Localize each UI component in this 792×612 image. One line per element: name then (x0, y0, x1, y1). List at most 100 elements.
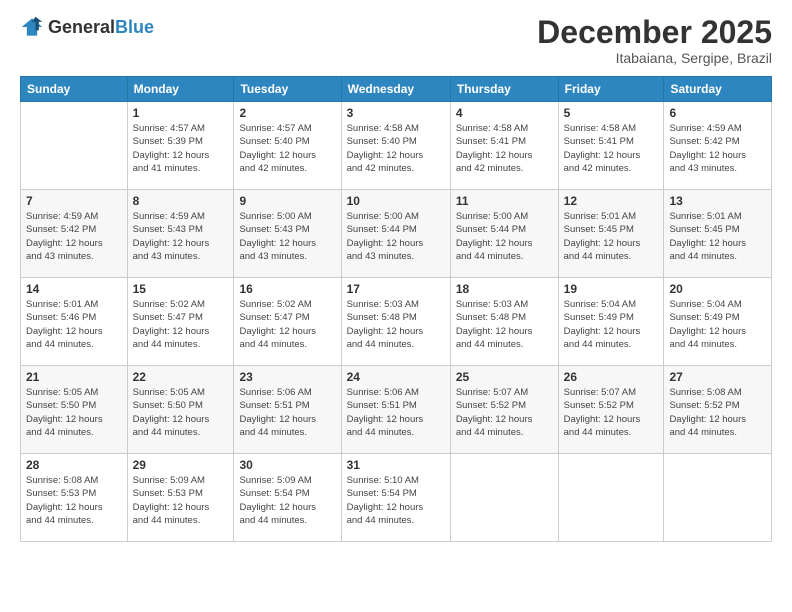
calendar-cell: 18 Sunrise: 5:03 AM Sunset: 5:48 PM Dayli… (450, 278, 558, 366)
day-number: 6 (669, 106, 766, 120)
calendar-cell: 28 Sunrise: 5:08 AM Sunset: 5:53 PM Dayli… (21, 454, 128, 542)
calendar-cell: 2 Sunrise: 4:57 AM Sunset: 5:40 PM Daylig… (234, 102, 341, 190)
day-info: Sunrise: 5:09 AM Sunset: 5:54 PM Dayligh… (239, 474, 335, 527)
day-info: Sunrise: 5:10 AM Sunset: 5:54 PM Dayligh… (347, 474, 445, 527)
calendar-cell: 4Sunrise: 4:58 AM Sunset: 5:41 PM Daylig… (450, 102, 558, 190)
col-saturday: Saturday (664, 77, 772, 102)
day-number: 19 (564, 282, 659, 296)
calendar-cell: 8Sunrise: 4:59 AM Sunset: 5:43 PM Daylig… (127, 190, 234, 278)
day-info: Sunrise: 5:00 AM Sunset: 5:43 PM Dayligh… (239, 210, 335, 263)
day-number: 23 (239, 370, 335, 384)
calendar-cell: 15 Sunrise: 5:02 AM Sunset: 5:47 PM Dayli… (127, 278, 234, 366)
calendar-week-1: 7 Sunrise: 4:59 AM Sunset: 5:42 PM Daylig… (21, 190, 772, 278)
calendar-cell: 3 Sunrise: 4:58 AM Sunset: 5:40 PM Daylig… (341, 102, 450, 190)
calendar-cell: 11Sunrise: 5:00 AM Sunset: 5:44 PM Dayli… (450, 190, 558, 278)
calendar-cell: 23 Sunrise: 5:06 AM Sunset: 5:51 PM Dayli… (234, 366, 341, 454)
calendar-week-3: 21 Sunrise: 5:05 AM Sunset: 5:50 PM Dayli… (21, 366, 772, 454)
day-number: 27 (669, 370, 766, 384)
day-number: 26 (564, 370, 659, 384)
day-number: 25 (456, 370, 553, 384)
day-info: Sunrise: 5:06 AM Sunset: 5:51 PM Dayligh… (347, 386, 445, 439)
day-info: Sunrise: 4:59 AM Sunset: 5:42 PM Dayligh… (26, 210, 122, 263)
day-number: 16 (239, 282, 335, 296)
day-number: 3 (347, 106, 445, 120)
day-info: Sunrise: 5:03 AM Sunset: 5:48 PM Dayligh… (456, 298, 553, 351)
calendar-cell (558, 454, 664, 542)
day-info: Sunrise: 5:03 AM Sunset: 5:48 PM Dayligh… (347, 298, 445, 351)
col-friday: Friday (558, 77, 664, 102)
day-number: 15 (133, 282, 229, 296)
month-title: December 2025 (537, 15, 772, 50)
logo-general: General (48, 17, 115, 37)
calendar-cell: 31Sunrise: 5:10 AM Sunset: 5:54 PM Dayli… (341, 454, 450, 542)
calendar-week-4: 28 Sunrise: 5:08 AM Sunset: 5:53 PM Dayli… (21, 454, 772, 542)
subtitle: Itabaiana, Sergipe, Brazil (537, 50, 772, 66)
day-info: Sunrise: 4:57 AM Sunset: 5:39 PM Dayligh… (133, 122, 229, 175)
calendar-cell: 10 Sunrise: 5:00 AM Sunset: 5:44 PM Dayli… (341, 190, 450, 278)
calendar-cell: 12 Sunrise: 5:01 AM Sunset: 5:45 PM Dayli… (558, 190, 664, 278)
day-info: Sunrise: 4:58 AM Sunset: 5:41 PM Dayligh… (456, 122, 553, 175)
day-info: Sunrise: 5:06 AM Sunset: 5:51 PM Dayligh… (239, 386, 335, 439)
day-info: Sunrise: 5:05 AM Sunset: 5:50 PM Dayligh… (26, 386, 122, 439)
header: GeneralBlue December 2025 Itabaiana, Ser… (20, 15, 772, 66)
calendar-cell: 7 Sunrise: 4:59 AM Sunset: 5:42 PM Daylig… (21, 190, 128, 278)
calendar-cell: 9 Sunrise: 5:00 AM Sunset: 5:43 PM Daylig… (234, 190, 341, 278)
day-info: Sunrise: 5:01 AM Sunset: 5:45 PM Dayligh… (669, 210, 766, 263)
calendar-cell: 22Sunrise: 5:05 AM Sunset: 5:50 PM Dayli… (127, 366, 234, 454)
day-number: 2 (239, 106, 335, 120)
calendar-table: Sunday Monday Tuesday Wednesday Thursday… (20, 76, 772, 542)
day-number: 5 (564, 106, 659, 120)
day-number: 30 (239, 458, 335, 472)
day-info: Sunrise: 4:57 AM Sunset: 5:40 PM Dayligh… (239, 122, 335, 175)
day-info: Sunrise: 4:59 AM Sunset: 5:42 PM Dayligh… (669, 122, 766, 175)
day-info: Sunrise: 5:08 AM Sunset: 5:52 PM Dayligh… (669, 386, 766, 439)
calendar-cell: 25 Sunrise: 5:07 AM Sunset: 5:52 PM Dayli… (450, 366, 558, 454)
day-number: 24 (347, 370, 445, 384)
calendar-cell (21, 102, 128, 190)
day-info: Sunrise: 5:08 AM Sunset: 5:53 PM Dayligh… (26, 474, 122, 527)
day-info: Sunrise: 5:09 AM Sunset: 5:53 PM Dayligh… (133, 474, 229, 527)
calendar-cell: 16 Sunrise: 5:02 AM Sunset: 5:47 PM Dayli… (234, 278, 341, 366)
day-number: 13 (669, 194, 766, 208)
day-info: Sunrise: 5:02 AM Sunset: 5:47 PM Dayligh… (133, 298, 229, 351)
day-info: Sunrise: 5:00 AM Sunset: 5:44 PM Dayligh… (347, 210, 445, 263)
day-number: 7 (26, 194, 122, 208)
day-number: 10 (347, 194, 445, 208)
calendar-cell: 30 Sunrise: 5:09 AM Sunset: 5:54 PM Dayli… (234, 454, 341, 542)
col-sunday: Sunday (21, 77, 128, 102)
col-thursday: Thursday (450, 77, 558, 102)
calendar-cell: 14 Sunrise: 5:01 AM Sunset: 5:46 PM Dayli… (21, 278, 128, 366)
calendar-week-2: 14 Sunrise: 5:01 AM Sunset: 5:46 PM Dayli… (21, 278, 772, 366)
day-info: Sunrise: 5:04 AM Sunset: 5:49 PM Dayligh… (669, 298, 766, 351)
day-info: Sunrise: 4:59 AM Sunset: 5:43 PM Dayligh… (133, 210, 229, 263)
logo: GeneralBlue (20, 15, 154, 39)
col-wednesday: Wednesday (341, 77, 450, 102)
logo-text: GeneralBlue (48, 17, 154, 38)
day-number: 21 (26, 370, 122, 384)
title-block: December 2025 Itabaiana, Sergipe, Brazil (537, 15, 772, 66)
calendar-cell: 20Sunrise: 5:04 AM Sunset: 5:49 PM Dayli… (664, 278, 772, 366)
day-number: 11 (456, 194, 553, 208)
day-info: Sunrise: 5:02 AM Sunset: 5:47 PM Dayligh… (239, 298, 335, 351)
day-number: 18 (456, 282, 553, 296)
day-info: Sunrise: 5:01 AM Sunset: 5:45 PM Dayligh… (564, 210, 659, 263)
calendar-cell: 5Sunrise: 4:58 AM Sunset: 5:41 PM Daylig… (558, 102, 664, 190)
calendar-cell: 13 Sunrise: 5:01 AM Sunset: 5:45 PM Dayli… (664, 190, 772, 278)
logo-blue: Blue (115, 17, 154, 37)
day-info: Sunrise: 4:58 AM Sunset: 5:40 PM Dayligh… (347, 122, 445, 175)
day-number: 28 (26, 458, 122, 472)
day-info: Sunrise: 5:05 AM Sunset: 5:50 PM Dayligh… (133, 386, 229, 439)
day-info: Sunrise: 5:01 AM Sunset: 5:46 PM Dayligh… (26, 298, 122, 351)
calendar-header-row: Sunday Monday Tuesday Wednesday Thursday… (21, 77, 772, 102)
calendar-cell: 17 Sunrise: 5:03 AM Sunset: 5:48 PM Dayli… (341, 278, 450, 366)
calendar-cell: 21 Sunrise: 5:05 AM Sunset: 5:50 PM Dayli… (21, 366, 128, 454)
day-number: 17 (347, 282, 445, 296)
page: GeneralBlue December 2025 Itabaiana, Ser… (0, 0, 792, 612)
day-number: 12 (564, 194, 659, 208)
day-number: 9 (239, 194, 335, 208)
day-number: 29 (133, 458, 229, 472)
calendar-week-0: 1Sunrise: 4:57 AM Sunset: 5:39 PM Daylig… (21, 102, 772, 190)
day-info: Sunrise: 5:07 AM Sunset: 5:52 PM Dayligh… (456, 386, 553, 439)
day-number: 14 (26, 282, 122, 296)
calendar-cell: 19Sunrise: 5:04 AM Sunset: 5:49 PM Dayli… (558, 278, 664, 366)
